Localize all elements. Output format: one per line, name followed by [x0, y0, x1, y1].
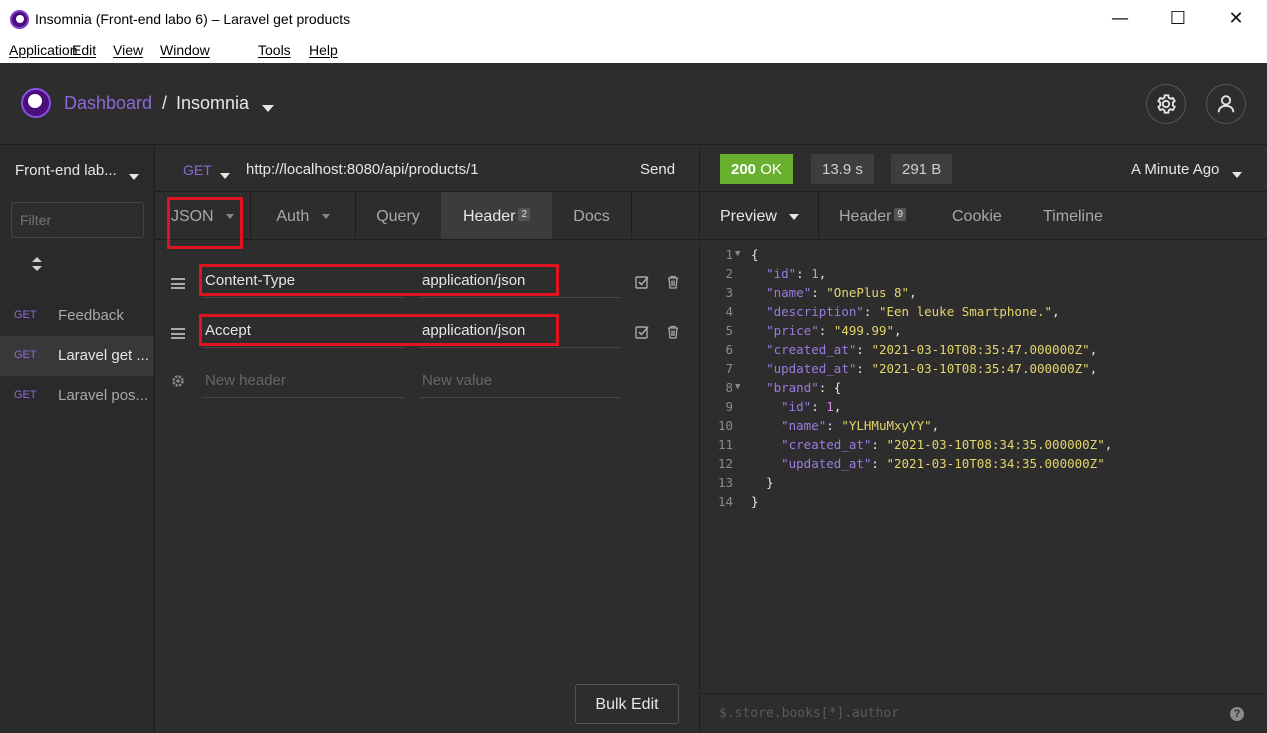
- chevron-down-icon[interactable]: [262, 100, 274, 118]
- breadcrumb-dashboard[interactable]: Dashboard: [64, 93, 152, 114]
- url-input[interactable]: http://localhost:8080/api/products/1: [246, 161, 479, 178]
- chevron-down-icon[interactable]: [1232, 166, 1242, 184]
- breadcrumb-separator: /: [162, 93, 168, 113]
- request-url-bar: GET http://localhost:8080/api/products/1…: [155, 146, 699, 192]
- new-header-input[interactable]: New header: [202, 364, 405, 398]
- status-text: OK: [760, 161, 782, 178]
- menu-window[interactable]: Window: [160, 42, 210, 58]
- tab-cookie[interactable]: Cookie: [952, 192, 1002, 239]
- sidebar: Front-end lab... GET Feedback GET Larave…: [0, 146, 155, 733]
- header-count-badge: 2: [518, 208, 531, 221]
- help-icon[interactable]: ?: [1230, 707, 1244, 721]
- history-dropdown[interactable]: A Minute Ago: [1131, 161, 1219, 178]
- window-title-bar: Insomnia (Front-end labo 6) – Laravel ge…: [0, 0, 1267, 39]
- tab-header[interactable]: Header 2: [441, 192, 552, 239]
- header-name-field[interactable]: Accept: [202, 314, 405, 348]
- tab-auth[interactable]: Auth: [251, 192, 355, 239]
- menu-edit[interactable]: Edit: [72, 42, 96, 58]
- request-method: GET: [14, 309, 37, 321]
- workspace-name[interactable]: Front-end lab...: [15, 162, 117, 179]
- sidebar-request-laravel-get[interactable]: GET Laravel get ...: [0, 336, 154, 376]
- menu-bar: Application Edit View Window Tools Help: [0, 39, 1267, 63]
- tab-response-header[interactable]: Header 9: [839, 192, 907, 239]
- method-selector[interactable]: GET: [183, 162, 212, 178]
- chevron-down-icon[interactable]: [220, 167, 230, 185]
- new-header-row: New header New value: [155, 364, 699, 404]
- request-name: Laravel pos...: [58, 387, 149, 404]
- tab-body-json[interactable]: JSON: [155, 192, 250, 239]
- drag-handle-icon[interactable]: [171, 278, 185, 289]
- gear-icon: [1157, 94, 1176, 114]
- request-name: Feedback: [58, 307, 124, 324]
- menu-view[interactable]: View: [113, 42, 143, 58]
- insomnia-logo-icon[interactable]: [21, 88, 51, 118]
- chevron-down-icon: [789, 208, 800, 225]
- header-value-field[interactable]: application/json: [419, 264, 620, 298]
- request-name: Laravel get ...: [58, 347, 149, 364]
- sort-icon[interactable]: [30, 256, 44, 272]
- chevron-down-icon: [226, 208, 235, 225]
- send-button[interactable]: Send: [640, 161, 675, 178]
- request-method: GET: [14, 349, 37, 361]
- new-value-input[interactable]: New value: [419, 364, 620, 398]
- account-button[interactable]: [1206, 84, 1246, 124]
- checkbox-icon[interactable]: [635, 275, 649, 289]
- chevron-down-icon: [321, 208, 330, 225]
- chevron-down-icon[interactable]: [129, 168, 139, 186]
- header-name-field[interactable]: Content-Type: [202, 264, 405, 298]
- header-value-field[interactable]: application/json: [419, 314, 620, 348]
- header-row: Content-Type application/json: [155, 264, 699, 304]
- status-badge: 200 OK: [720, 154, 793, 184]
- response-filter-bar: $.store.books[*].author ?: [699, 693, 1267, 733]
- checkbox-icon[interactable]: [635, 325, 649, 339]
- response-size: 291 B: [891, 154, 953, 184]
- tab-label: Preview: [720, 208, 777, 225]
- response-body-viewer[interactable]: 1 ▼{ 2 "id": 1, 3 "name": "OnePlus 8", 4 …: [699, 245, 1267, 690]
- minimize-button[interactable]: —: [1091, 0, 1149, 39]
- insomnia-app-icon: [10, 10, 29, 29]
- bulk-edit-button[interactable]: Bulk Edit: [575, 684, 679, 724]
- response-status-bar: 200 OK 13.9 s 291 B A Minute Ago: [699, 146, 1267, 192]
- header-count-badge: 9: [894, 208, 907, 221]
- tab-label: Auth: [276, 208, 310, 225]
- user-icon: [1217, 95, 1235, 113]
- sidebar-request-laravel-post[interactable]: GET Laravel pos...: [0, 376, 154, 416]
- settings-button[interactable]: [1146, 84, 1186, 124]
- menu-application[interactable]: Application: [9, 42, 78, 58]
- sidebar-request-feedback[interactable]: GET Feedback: [0, 296, 154, 336]
- tab-label: Header: [839, 208, 892, 225]
- breadcrumb-workspace[interactable]: Insomnia: [176, 93, 249, 114]
- tab-timeline[interactable]: Timeline: [1043, 192, 1103, 239]
- response-tabs: Preview Header 9 Cookie Timeline: [699, 192, 1267, 240]
- header-row: Accept application/json: [155, 314, 699, 354]
- tab-label: Header: [462, 208, 516, 225]
- trash-icon[interactable]: [666, 325, 680, 339]
- sidebar-filter-input[interactable]: [11, 202, 144, 238]
- close-window-button[interactable]: ✕: [1207, 0, 1265, 39]
- request-tabs: JSON Auth Query Header 2 Docs: [155, 192, 699, 240]
- menu-tools[interactable]: Tools: [258, 42, 291, 58]
- fold-icon: ▼: [735, 382, 741, 392]
- maximize-button[interactable]: ☐: [1149, 0, 1207, 39]
- status-code: 200: [731, 161, 757, 178]
- app-header: Dashboard / Insomnia: [0, 63, 1267, 145]
- jsonpath-filter-input[interactable]: $.store.books[*].author: [719, 706, 899, 721]
- tab-preview[interactable]: Preview: [720, 192, 800, 239]
- trash-icon[interactable]: [666, 275, 680, 289]
- tab-label: JSON: [170, 208, 214, 225]
- window-title: Insomnia (Front-end labo 6) – Laravel ge…: [35, 11, 351, 27]
- fold-icon: ▼: [735, 249, 741, 259]
- tab-query[interactable]: Query: [356, 192, 440, 239]
- menu-help[interactable]: Help: [309, 42, 338, 58]
- drag-handle-icon[interactable]: [171, 328, 185, 339]
- gear-icon: [172, 375, 184, 387]
- response-time: 13.9 s: [811, 154, 874, 184]
- tab-docs[interactable]: Docs: [552, 192, 631, 239]
- request-method: GET: [14, 389, 37, 401]
